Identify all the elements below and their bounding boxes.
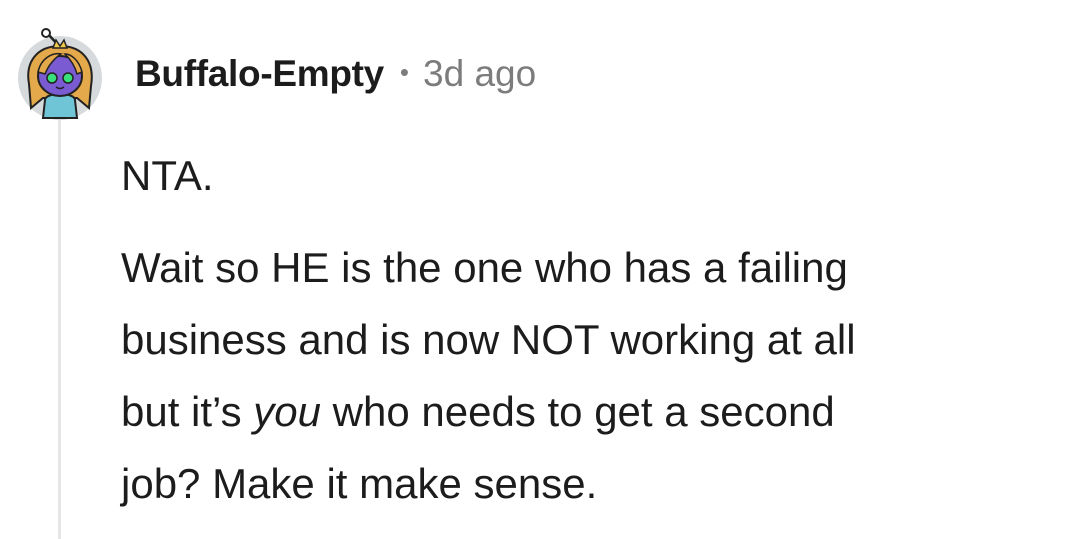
comment-body: NTA. Wait so HE is the one who has a fai… xyxy=(121,140,1061,520)
comment-header: Buffalo-Empty • 3d ago xyxy=(135,50,536,98)
comment-paragraph: Wait so HE is the one who has a failing … xyxy=(121,232,1061,520)
comment-timestamp: 3d ago xyxy=(423,53,537,94)
comment-line-start: but it’s xyxy=(121,388,254,435)
comment-emphasis: you xyxy=(253,388,322,435)
comment-line-end: who needs to get a second xyxy=(321,388,835,435)
comment-line: Wait so HE is the one who has a failing xyxy=(121,244,848,291)
username-link[interactable]: Buffalo-Empty xyxy=(135,53,384,95)
thread-collapse-line[interactable] xyxy=(58,116,61,539)
comment-paragraph: NTA. xyxy=(121,152,214,199)
comment: Buffalo-Empty • 3d ago NTA. Wait so HE i… xyxy=(0,0,1080,539)
avatar[interactable] xyxy=(15,28,105,120)
snoo-avatar-icon xyxy=(18,28,102,120)
comment-line: business and is now NOT working at all xyxy=(121,316,856,363)
comment-line: job? Make it make sense. xyxy=(121,460,598,507)
meta-separator: • xyxy=(399,56,410,87)
